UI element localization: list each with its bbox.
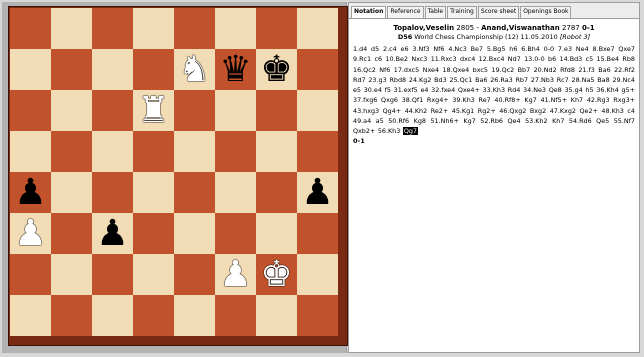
square-a5[interactable] <box>10 131 51 172</box>
square-h8[interactable] <box>297 8 338 49</box>
eco-code: D56 <box>397 33 413 41</box>
square-e2[interactable] <box>174 254 215 295</box>
square-e1[interactable] <box>174 295 215 336</box>
square-d4[interactable] <box>133 172 174 213</box>
moves-text[interactable]: 1.d4 d5 2.c4 e6 3.Nf3 Nf6 4.Nc3 Be7 5.Bg… <box>353 45 635 135</box>
square-f2[interactable]: ♟ <box>215 254 256 295</box>
black-pawn-icon[interactable]: ♟ <box>10 172 51 213</box>
square-h5[interactable] <box>297 131 338 172</box>
square-f3[interactable] <box>215 213 256 254</box>
black-queen-icon[interactable]: ♛ <box>215 49 256 90</box>
white-king-icon[interactable]: ♚ <box>256 254 297 295</box>
square-g3[interactable] <box>256 213 297 254</box>
game-result: 0-1 <box>582 24 595 32</box>
event-line: D56 World Chess Championship (12) 11.05.… <box>349 33 639 42</box>
square-e8[interactable] <box>174 8 215 49</box>
square-c1[interactable] <box>92 295 133 336</box>
move-list[interactable]: 1.d4 d5 2.c4 e6 3.Nf3 Nf6 4.Nc3 Be7 5.Bg… <box>349 42 639 137</box>
square-c7[interactable] <box>92 49 133 90</box>
tab-reference[interactable]: Reference <box>387 6 424 18</box>
square-d1[interactable] <box>133 295 174 336</box>
square-e4[interactable] <box>174 172 215 213</box>
black-king-icon[interactable]: ♚ <box>256 49 297 90</box>
square-g5[interactable] <box>256 131 297 172</box>
players-line: Topalov,Veselin 2805 - Anand,Viswanathan… <box>393 24 595 32</box>
white-rook-icon[interactable]: ♜ <box>133 90 174 131</box>
square-b7[interactable] <box>51 49 92 90</box>
square-f7[interactable]: ♛ <box>215 49 256 90</box>
square-e6[interactable] <box>174 90 215 131</box>
square-a8[interactable] <box>10 8 51 49</box>
square-c6[interactable] <box>92 90 133 131</box>
square-h3[interactable] <box>297 213 338 254</box>
square-f8[interactable] <box>215 8 256 49</box>
square-g7[interactable]: ♚ <box>256 49 297 90</box>
square-c4[interactable] <box>92 172 133 213</box>
black-elo: 2787 <box>561 24 580 32</box>
notation-panel: Notation Reference Table Training Score shee… <box>348 2 640 353</box>
square-d7[interactable] <box>133 49 174 90</box>
square-b5[interactable] <box>51 131 92 172</box>
white-player[interactable]: Topalov,Veselin <box>393 24 454 32</box>
square-h2[interactable] <box>297 254 338 295</box>
current-move[interactable]: Qg7 <box>402 127 418 136</box>
square-f1[interactable] <box>215 295 256 336</box>
tab-table[interactable]: Table <box>424 6 447 18</box>
board-area: ♞ ♛ ♚ ♜ ♟ ♟ ♟ ♟ ♟ ♚ <box>2 2 348 353</box>
square-b2[interactable] <box>51 254 92 295</box>
square-c5[interactable] <box>92 131 133 172</box>
square-f5[interactable] <box>215 131 256 172</box>
square-a7[interactable] <box>10 49 51 90</box>
chess-board[interactable]: ♞ ♛ ♚ ♜ ♟ ♟ ♟ ♟ ♟ ♚ <box>10 8 338 336</box>
tab-score-sheet[interactable]: Score sheet <box>477 6 520 18</box>
square-b1[interactable] <box>51 295 92 336</box>
square-b4[interactable] <box>51 172 92 213</box>
square-c2[interactable] <box>92 254 133 295</box>
square-c8[interactable] <box>92 8 133 49</box>
square-g2[interactable]: ♚ <box>256 254 297 295</box>
square-b3[interactable] <box>51 213 92 254</box>
square-f6[interactable] <box>215 90 256 131</box>
square-h6[interactable] <box>297 90 338 131</box>
square-d3[interactable] <box>133 213 174 254</box>
square-a2[interactable] <box>10 254 51 295</box>
square-d5[interactable] <box>133 131 174 172</box>
square-h1[interactable] <box>297 295 338 336</box>
square-e3[interactable] <box>174 213 215 254</box>
square-g6[interactable] <box>256 90 297 131</box>
black-pawn-icon[interactable]: ♟ <box>297 172 338 213</box>
square-b6[interactable] <box>51 90 92 131</box>
square-d8[interactable] <box>133 8 174 49</box>
square-d2[interactable] <box>133 254 174 295</box>
square-e7[interactable]: ♞ <box>174 49 215 90</box>
black-player[interactable]: Anand,Viswanathan <box>481 24 560 32</box>
white-elo: 2805 <box>456 24 475 32</box>
tab-openings-book[interactable]: Openings Book <box>520 6 572 18</box>
square-b8[interactable] <box>51 8 92 49</box>
square-a4[interactable]: ♟ <box>10 172 51 213</box>
round-info: [Robot 3] <box>559 33 591 41</box>
event-name: World Chess Championship (12) 11.05.2010 <box>414 33 558 41</box>
square-g4[interactable] <box>256 172 297 213</box>
square-h7[interactable] <box>297 49 338 90</box>
black-pawn-icon[interactable]: ♟ <box>92 213 133 254</box>
square-e5[interactable] <box>174 131 215 172</box>
square-c3[interactable]: ♟ <box>92 213 133 254</box>
square-a3[interactable]: ♟ <box>10 213 51 254</box>
square-a6[interactable] <box>10 90 51 131</box>
panel-tabs: Notation Reference Table Training Score shee… <box>349 3 639 19</box>
game-header: Topalov,Veselin 2805 - Anand,Viswanathan… <box>349 19 639 42</box>
white-knight-icon[interactable]: ♞ <box>174 49 215 90</box>
result-footer: 0-1 <box>353 136 365 145</box>
white-pawn-icon[interactable]: ♟ <box>215 254 256 295</box>
square-d6[interactable]: ♜ <box>133 90 174 131</box>
tab-training[interactable]: Training <box>447 6 477 18</box>
square-g8[interactable] <box>256 8 297 49</box>
tab-notation[interactable]: Notation <box>351 6 387 18</box>
white-pawn-icon[interactable]: ♟ <box>10 213 51 254</box>
square-h4[interactable]: ♟ <box>297 172 338 213</box>
square-f4[interactable] <box>215 172 256 213</box>
square-a1[interactable] <box>10 295 51 336</box>
square-g1[interactable] <box>256 295 297 336</box>
